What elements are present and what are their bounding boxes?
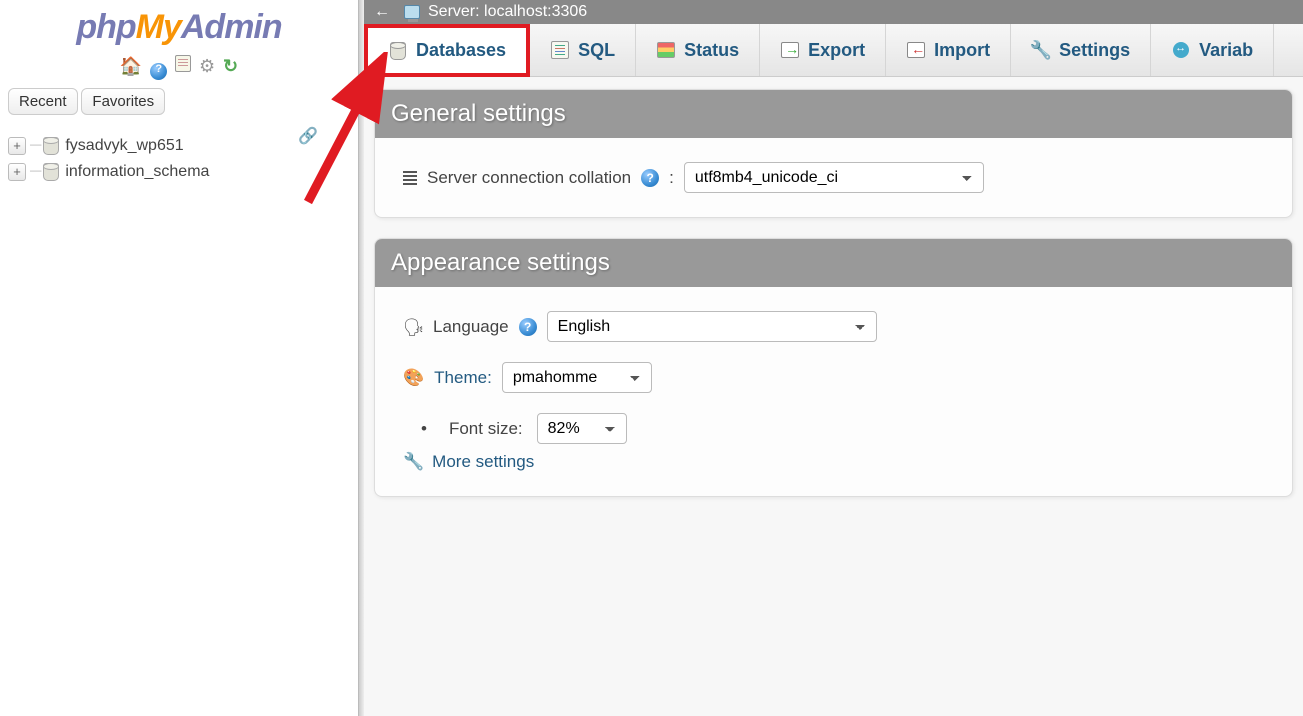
favorites-button[interactable]: Favorites: [81, 88, 165, 115]
language-row: Language ? English: [403, 311, 1264, 342]
expand-icon[interactable]: +: [8, 163, 26, 181]
language-label: Language: [433, 317, 509, 337]
collation-label: Server connection collation: [427, 168, 631, 188]
fontsize-select[interactable]: 82%: [537, 413, 627, 444]
database-icon: [390, 42, 406, 60]
help-icon[interactable]: ?: [150, 63, 167, 80]
tab-export[interactable]: Export: [760, 24, 886, 76]
recent-button[interactable]: Recent: [8, 88, 78, 115]
sidebar: phpMyAdmin 🏠 ? ⚙ ↻ Recent Favorites 🔗 + …: [0, 0, 358, 716]
main-tabs: Databases SQL Status Export Import 🔧 Set…: [364, 24, 1303, 77]
panel-title: General settings: [375, 90, 1292, 138]
panel-title: Appearance settings: [375, 239, 1292, 287]
appearance-settings-panel: Appearance settings Language ? English 🎨…: [374, 238, 1293, 497]
collation-row: Server connection collation ? : utf8mb4_…: [403, 162, 1264, 193]
tree-item-database[interactable]: + ─ information_schema: [8, 159, 350, 185]
tab-databases[interactable]: Databases: [364, 24, 530, 77]
collation-select[interactable]: utf8mb4_unicode_ci: [684, 162, 984, 193]
fontsize-row: Font size: 82%: [421, 413, 1264, 444]
list-icon: [403, 171, 417, 185]
variables-icon: [1173, 42, 1189, 58]
help-icon[interactable]: ?: [519, 318, 537, 336]
back-arrow-icon[interactable]: ←: [374, 3, 390, 21]
settings-icon[interactable]: ⚙: [199, 56, 215, 77]
link-icon[interactable]: 🔗: [298, 126, 318, 146]
database-label: information_schema: [65, 163, 209, 181]
wrench-icon: 🔧: [403, 452, 424, 472]
tab-import[interactable]: Import: [886, 24, 1011, 76]
sidebar-tabs: Recent Favorites: [8, 88, 350, 115]
content-area: General settings Server connection colla…: [364, 77, 1303, 716]
home-icon[interactable]: 🏠: [120, 56, 142, 77]
server-bar: ← Server: localhost:3306: [364, 0, 1303, 24]
server-label: Server: localhost:3306: [428, 3, 587, 21]
fontsize-label: Font size:: [449, 419, 523, 439]
language-icon: [403, 318, 423, 336]
wrench-icon: 🔧: [1031, 40, 1051, 60]
theme-row: 🎨 Theme: pmahomme: [403, 362, 1264, 393]
tab-variables[interactable]: Variab: [1151, 24, 1274, 76]
status-icon: [657, 42, 675, 58]
server-icon: [404, 5, 420, 19]
export-icon: [781, 42, 799, 58]
tab-sql[interactable]: SQL: [530, 24, 636, 76]
main-content: ← Server: localhost:3306 Databases SQL S…: [364, 0, 1303, 716]
language-select[interactable]: English: [547, 311, 877, 342]
theme-label-link[interactable]: Theme:: [434, 368, 492, 388]
phpmyadmin-logo: phpMyAdmin: [8, 8, 350, 47]
palette-icon: 🎨: [403, 368, 424, 388]
database-icon: [43, 163, 59, 181]
help-icon[interactable]: ?: [641, 169, 659, 187]
expand-icon[interactable]: +: [8, 137, 26, 155]
more-settings-link[interactable]: 🔧 More settings: [403, 452, 1264, 472]
database-icon: [43, 137, 59, 155]
general-settings-panel: General settings Server connection colla…: [374, 89, 1293, 218]
theme-select[interactable]: pmahomme: [502, 362, 652, 393]
sql-query-icon[interactable]: [175, 55, 191, 72]
sidebar-toolbar: 🏠 ? ⚙ ↻: [8, 55, 350, 80]
tab-status[interactable]: Status: [636, 24, 760, 76]
sql-icon: [551, 41, 569, 59]
database-label: fysadvyk_wp651: [65, 137, 183, 155]
reload-icon[interactable]: ↻: [223, 56, 238, 77]
tab-settings[interactable]: 🔧 Settings: [1011, 24, 1151, 76]
import-icon: [907, 42, 925, 58]
